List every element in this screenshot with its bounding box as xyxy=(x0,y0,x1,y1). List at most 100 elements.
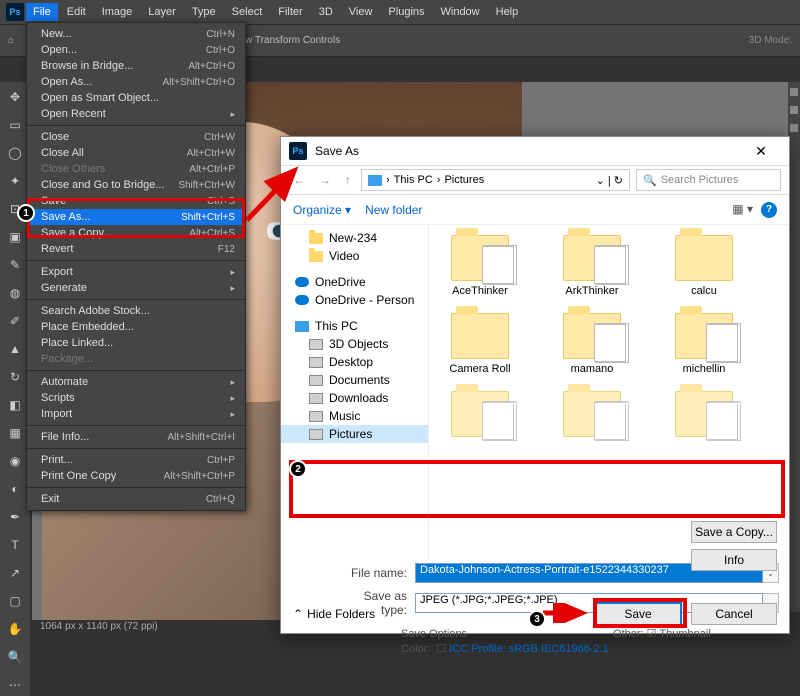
nav-up[interactable]: ↑ xyxy=(341,173,355,187)
hand-tool[interactable]: ✋ xyxy=(4,618,26,640)
wand-tool[interactable]: ✦ xyxy=(4,170,26,192)
tree-item[interactable]: New-234 xyxy=(281,229,428,247)
tree-item[interactable]: Desktop xyxy=(281,353,428,371)
menu-type[interactable]: Type xyxy=(185,3,223,21)
menu-item[interactable]: SaveCtrl+S xyxy=(27,193,245,209)
folder-item[interactable]: calcu xyxy=(663,235,745,297)
heal-tool[interactable]: ◍ xyxy=(4,282,26,304)
menu-item[interactable]: Open Recent xyxy=(27,106,245,122)
tree-item[interactable]: 3D Objects xyxy=(281,335,428,353)
search-box[interactable]: 🔍 Search Pictures xyxy=(636,169,781,191)
menu-image[interactable]: Image xyxy=(95,3,140,21)
menu-file[interactable]: File xyxy=(26,3,58,21)
more-tool[interactable]: ⋯ xyxy=(4,674,26,696)
tree-item[interactable]: OneDrive xyxy=(281,273,428,291)
menu-item[interactable]: Print...Ctrl+P xyxy=(27,452,245,468)
menu-window[interactable]: Window xyxy=(434,3,487,21)
menu-edit[interactable]: Edit xyxy=(60,3,93,21)
menu-item[interactable]: Browse in Bridge...Alt+Ctrl+O xyxy=(27,58,245,74)
pen-tool[interactable]: ✒ xyxy=(4,506,26,528)
menu-view[interactable]: View xyxy=(342,3,380,21)
tree-item[interactable]: OneDrive - Person xyxy=(281,291,428,309)
menu-item[interactable]: CloseCtrl+W xyxy=(27,129,245,145)
tree-item[interactable]: Downloads xyxy=(281,389,428,407)
menu-item[interactable]: Scripts xyxy=(27,390,245,406)
eraser-tool[interactable]: ◧ xyxy=(4,394,26,416)
menu-item[interactable]: Search Adobe Stock... xyxy=(27,303,245,319)
save-copy-button[interactable]: Save a Copy... xyxy=(691,521,777,543)
menu-item[interactable]: Export xyxy=(27,264,245,280)
menu-item[interactable]: Close OthersAlt+Ctrl+P xyxy=(27,161,245,177)
menu-item[interactable]: Print One CopyAlt+Shift+Ctrl+P xyxy=(27,468,245,484)
menu-item[interactable]: Open as Smart Object... xyxy=(27,90,245,106)
menu-item[interactable]: Save a Copy...Alt+Ctrl+S xyxy=(27,225,245,241)
menu-item[interactable]: Open As...Alt+Shift+Ctrl+O xyxy=(27,74,245,90)
path-tool[interactable]: ↗ xyxy=(4,562,26,584)
stamp-tool[interactable]: ▲ xyxy=(4,338,26,360)
frame-tool[interactable]: ▣ xyxy=(4,226,26,248)
gradient-tool[interactable]: ▦ xyxy=(4,422,26,444)
save-button[interactable]: Save xyxy=(595,603,681,625)
menu-plugins[interactable]: Plugins xyxy=(381,3,431,21)
menu-item[interactable]: New...Ctrl+N xyxy=(27,26,245,42)
tree-item[interactable]: Pictures xyxy=(281,425,428,443)
menu-3d[interactable]: 3D xyxy=(312,3,340,21)
folder-item[interactable]: mamano xyxy=(551,313,633,375)
new-folder-button[interactable]: New folder xyxy=(365,203,422,217)
menu-item[interactable]: Place Linked... xyxy=(27,335,245,351)
panel-icon[interactable] xyxy=(790,88,798,96)
folder-item[interactable]: michellin xyxy=(663,313,745,375)
type-tool[interactable]: T xyxy=(4,534,26,556)
folder-item[interactable]: AceThinker xyxy=(439,235,521,297)
nav-fwd[interactable]: → xyxy=(315,173,335,187)
menu-item[interactable]: RevertF12 xyxy=(27,241,245,257)
menu-item[interactable]: File Info...Alt+Shift+Ctrl+I xyxy=(27,429,245,445)
path-box[interactable]: ›This PC›Pictures ⌄ | ↻ xyxy=(361,169,630,191)
organize-button[interactable]: Organize ▾ xyxy=(293,203,351,217)
panel-icon[interactable] xyxy=(790,124,798,132)
menu-layer[interactable]: Layer xyxy=(141,3,183,21)
info-button[interactable]: Info xyxy=(691,549,777,571)
menu-item[interactable]: Open...Ctrl+O xyxy=(27,42,245,58)
hide-folders-button[interactable]: ⌃ Hide Folders xyxy=(293,607,375,621)
dodge-tool[interactable]: ◐ xyxy=(4,478,26,500)
cancel-button[interactable]: Cancel xyxy=(691,603,777,625)
tree-item[interactable]: Documents xyxy=(281,371,428,389)
file-grid[interactable]: AceThinker ArkThinker calcu Camera Roll mama… xyxy=(429,225,789,559)
shape-tool[interactable]: ▢ xyxy=(4,590,26,612)
folder-item[interactable]: Camera Roll xyxy=(439,313,521,375)
menu-item[interactable]: Import xyxy=(27,406,245,422)
close-button[interactable]: ✕ xyxy=(741,143,781,160)
tree-item[interactable]: This PC xyxy=(281,317,428,335)
brush-tool[interactable]: ✐ xyxy=(4,310,26,332)
history-brush-tool[interactable]: ↻ xyxy=(4,366,26,388)
menu-help[interactable]: Help xyxy=(489,3,526,21)
menu-select[interactable]: Select xyxy=(225,3,270,21)
folder-item[interactable]: ArkThinker xyxy=(551,235,633,297)
home-icon[interactable]: ⌂ xyxy=(8,35,14,46)
view-button[interactable]: ▦ ▾ xyxy=(732,202,753,218)
menu-item[interactable]: Package... xyxy=(27,351,245,367)
panel-icon[interactable] xyxy=(790,106,798,114)
zoom-tool[interactable]: 🔍 xyxy=(4,646,26,668)
move-tool[interactable]: ✥ xyxy=(4,86,26,108)
folder-tree[interactable]: New-234Video OneDriveOneDrive - Person Thi… xyxy=(281,225,429,559)
menu-item[interactable]: Generate xyxy=(27,280,245,296)
marquee-tool[interactable]: ▭ xyxy=(4,114,26,136)
dialog-nav: ← → ↑ ›This PC›Pictures ⌄ | ↻ 🔍 Search P… xyxy=(281,165,789,195)
menubar: Ps File Edit Image Layer Type Select Fil… xyxy=(0,0,800,24)
menu-item[interactable]: ExitCtrl+Q xyxy=(27,491,245,507)
tree-item[interactable]: Music xyxy=(281,407,428,425)
menu-item[interactable]: Place Embedded... xyxy=(27,319,245,335)
blur-tool[interactable]: ◉ xyxy=(4,450,26,472)
menu-item[interactable]: Close AllAlt+Ctrl+W xyxy=(27,145,245,161)
menu-item[interactable]: Automate xyxy=(27,374,245,390)
eyedropper-tool[interactable]: ✎ xyxy=(4,254,26,276)
nav-back[interactable]: ← xyxy=(289,173,309,187)
help-icon[interactable]: ? xyxy=(761,202,777,218)
menu-item[interactable]: Close and Go to Bridge...Shift+Ctrl+W xyxy=(27,177,245,193)
lasso-tool[interactable]: ◯ xyxy=(4,142,26,164)
tree-item[interactable]: Video xyxy=(281,247,428,265)
menu-item[interactable]: Save As...Shift+Ctrl+S xyxy=(27,209,245,225)
menu-filter[interactable]: Filter xyxy=(271,3,309,21)
